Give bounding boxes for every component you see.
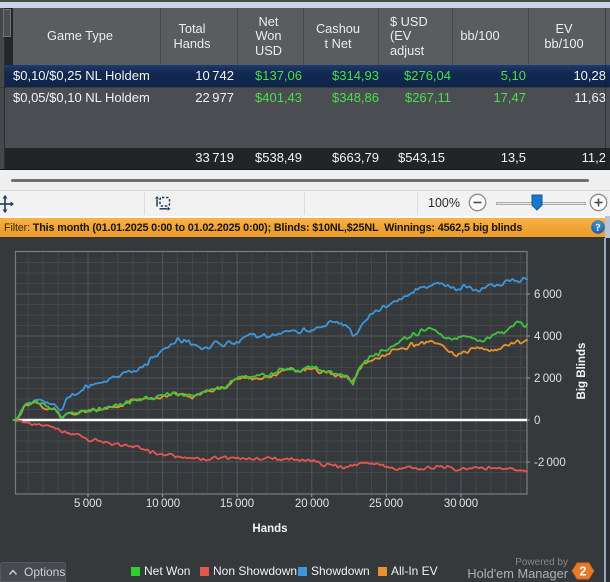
svg-text:2: 2	[580, 565, 587, 579]
svg-text:4 000: 4 000	[534, 331, 562, 343]
svg-text:Big Blinds: Big Blinds	[576, 343, 588, 400]
svg-text:0: 0	[534, 415, 540, 427]
svg-text:2 000: 2 000	[534, 373, 562, 385]
svg-text:25 000: 25 000	[369, 498, 403, 510]
svg-text:10 000: 10 000	[146, 498, 180, 510]
svg-text:Hands: Hands	[252, 523, 287, 535]
svg-text:?: ?	[595, 223, 600, 234]
svg-text:30 000: 30 000	[444, 498, 478, 510]
svg-text:15 000: 15 000	[220, 498, 254, 510]
svg-text:5 000: 5 000	[74, 498, 102, 510]
svg-text:6 000: 6 000	[534, 289, 562, 301]
svg-text:20 000: 20 000	[295, 498, 329, 510]
svg-text:-2 000: -2 000	[534, 457, 566, 469]
